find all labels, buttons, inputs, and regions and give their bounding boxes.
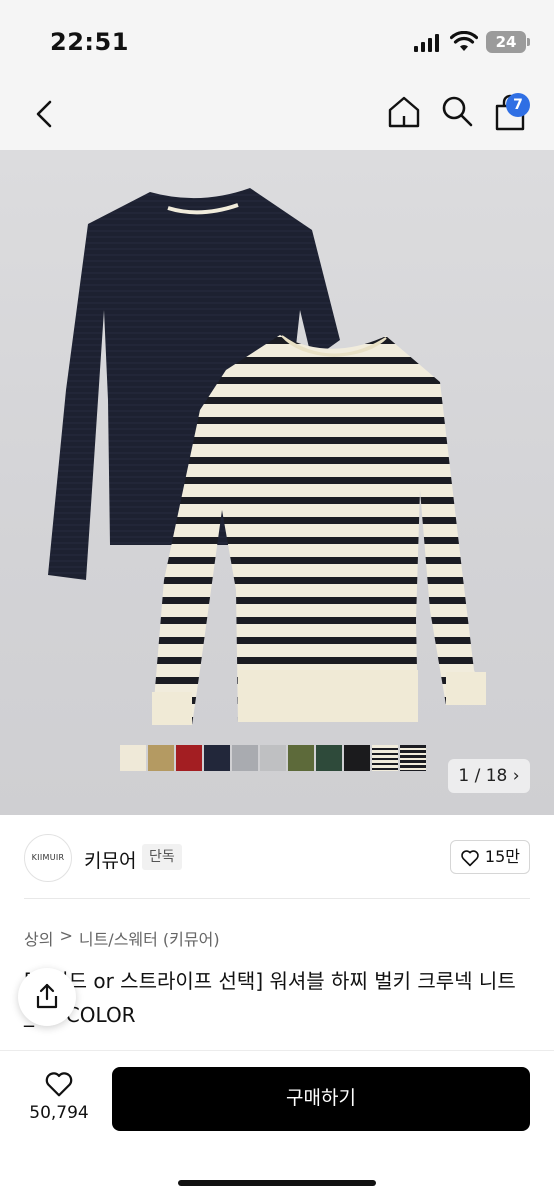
color-swatches (120, 745, 426, 771)
color-swatch-beige[interactable] (148, 745, 174, 771)
color-swatch-navy[interactable] (204, 745, 230, 771)
cart-count-badge: 7 (506, 93, 530, 117)
brand-name[interactable]: 키뮤어 (84, 846, 136, 873)
brand-like-count: 15만 (484, 847, 520, 866)
product-photo (48, 188, 486, 725)
battery-indicator: 24 (486, 31, 526, 53)
color-swatch-cream[interactable] (120, 745, 146, 771)
breadcrumb-category[interactable]: 상의 (24, 926, 53, 950)
image-counter-button[interactable]: 1 / 18 › (448, 759, 530, 793)
search-icon[interactable] (440, 94, 474, 128)
color-swatch-red[interactable] (176, 745, 202, 771)
product-image-carousel[interactable]: 1 / 18 › (0, 150, 554, 815)
buy-button[interactable]: 구매하기 (112, 1067, 530, 1131)
image-counter-text: 1 / 18 (458, 766, 508, 786)
product-title: [솔리드 or 스트라이프 선택] 워셔블 하찌 벌키 크루넥 니트_10 CO… (24, 969, 516, 1027)
status-time: 22:51 (50, 28, 129, 56)
color-swatch-light-gray[interactable] (260, 745, 286, 771)
color-swatch-green[interactable] (316, 745, 342, 771)
sweater-hem (238, 670, 418, 722)
breadcrumb-separator: > (59, 926, 73, 945)
wifi-icon (450, 31, 478, 51)
color-swatch-gray[interactable] (232, 745, 258, 771)
home-indicator (178, 1180, 376, 1186)
brand-logo[interactable]: KIIMUIR (24, 834, 72, 882)
brand-like-button[interactable]: 15만 (450, 840, 530, 874)
cellular-signal-icon (414, 34, 440, 52)
color-swatch-stripe-navy[interactable] (400, 745, 426, 771)
chevron-left-icon[interactable] (28, 96, 64, 132)
share-button[interactable] (18, 968, 76, 1026)
top-navigation (0, 80, 554, 150)
color-swatch-olive[interactable] (288, 745, 314, 771)
share-icon (36, 983, 58, 1009)
product-like-count: 50,794 (29, 1103, 89, 1123)
breadcrumb-subcategory[interactable]: 니트/스웨터 (키뮤어) (79, 926, 220, 950)
breadcrumb: 상의 > 니트/스웨터 (키뮤어) (24, 926, 220, 950)
heart-icon[interactable] (44, 1070, 74, 1098)
heart-icon (461, 850, 479, 867)
home-icon[interactable] (386, 94, 422, 130)
status-bar: 22:51 24 (0, 0, 554, 80)
battery-tip (527, 38, 530, 46)
divider (24, 898, 530, 899)
chevron-right-icon: › (512, 766, 520, 786)
color-swatch-black[interactable] (344, 745, 370, 771)
color-swatch-stripe-cream[interactable] (372, 745, 398, 771)
exclusive-badge: 단독 (142, 844, 182, 870)
